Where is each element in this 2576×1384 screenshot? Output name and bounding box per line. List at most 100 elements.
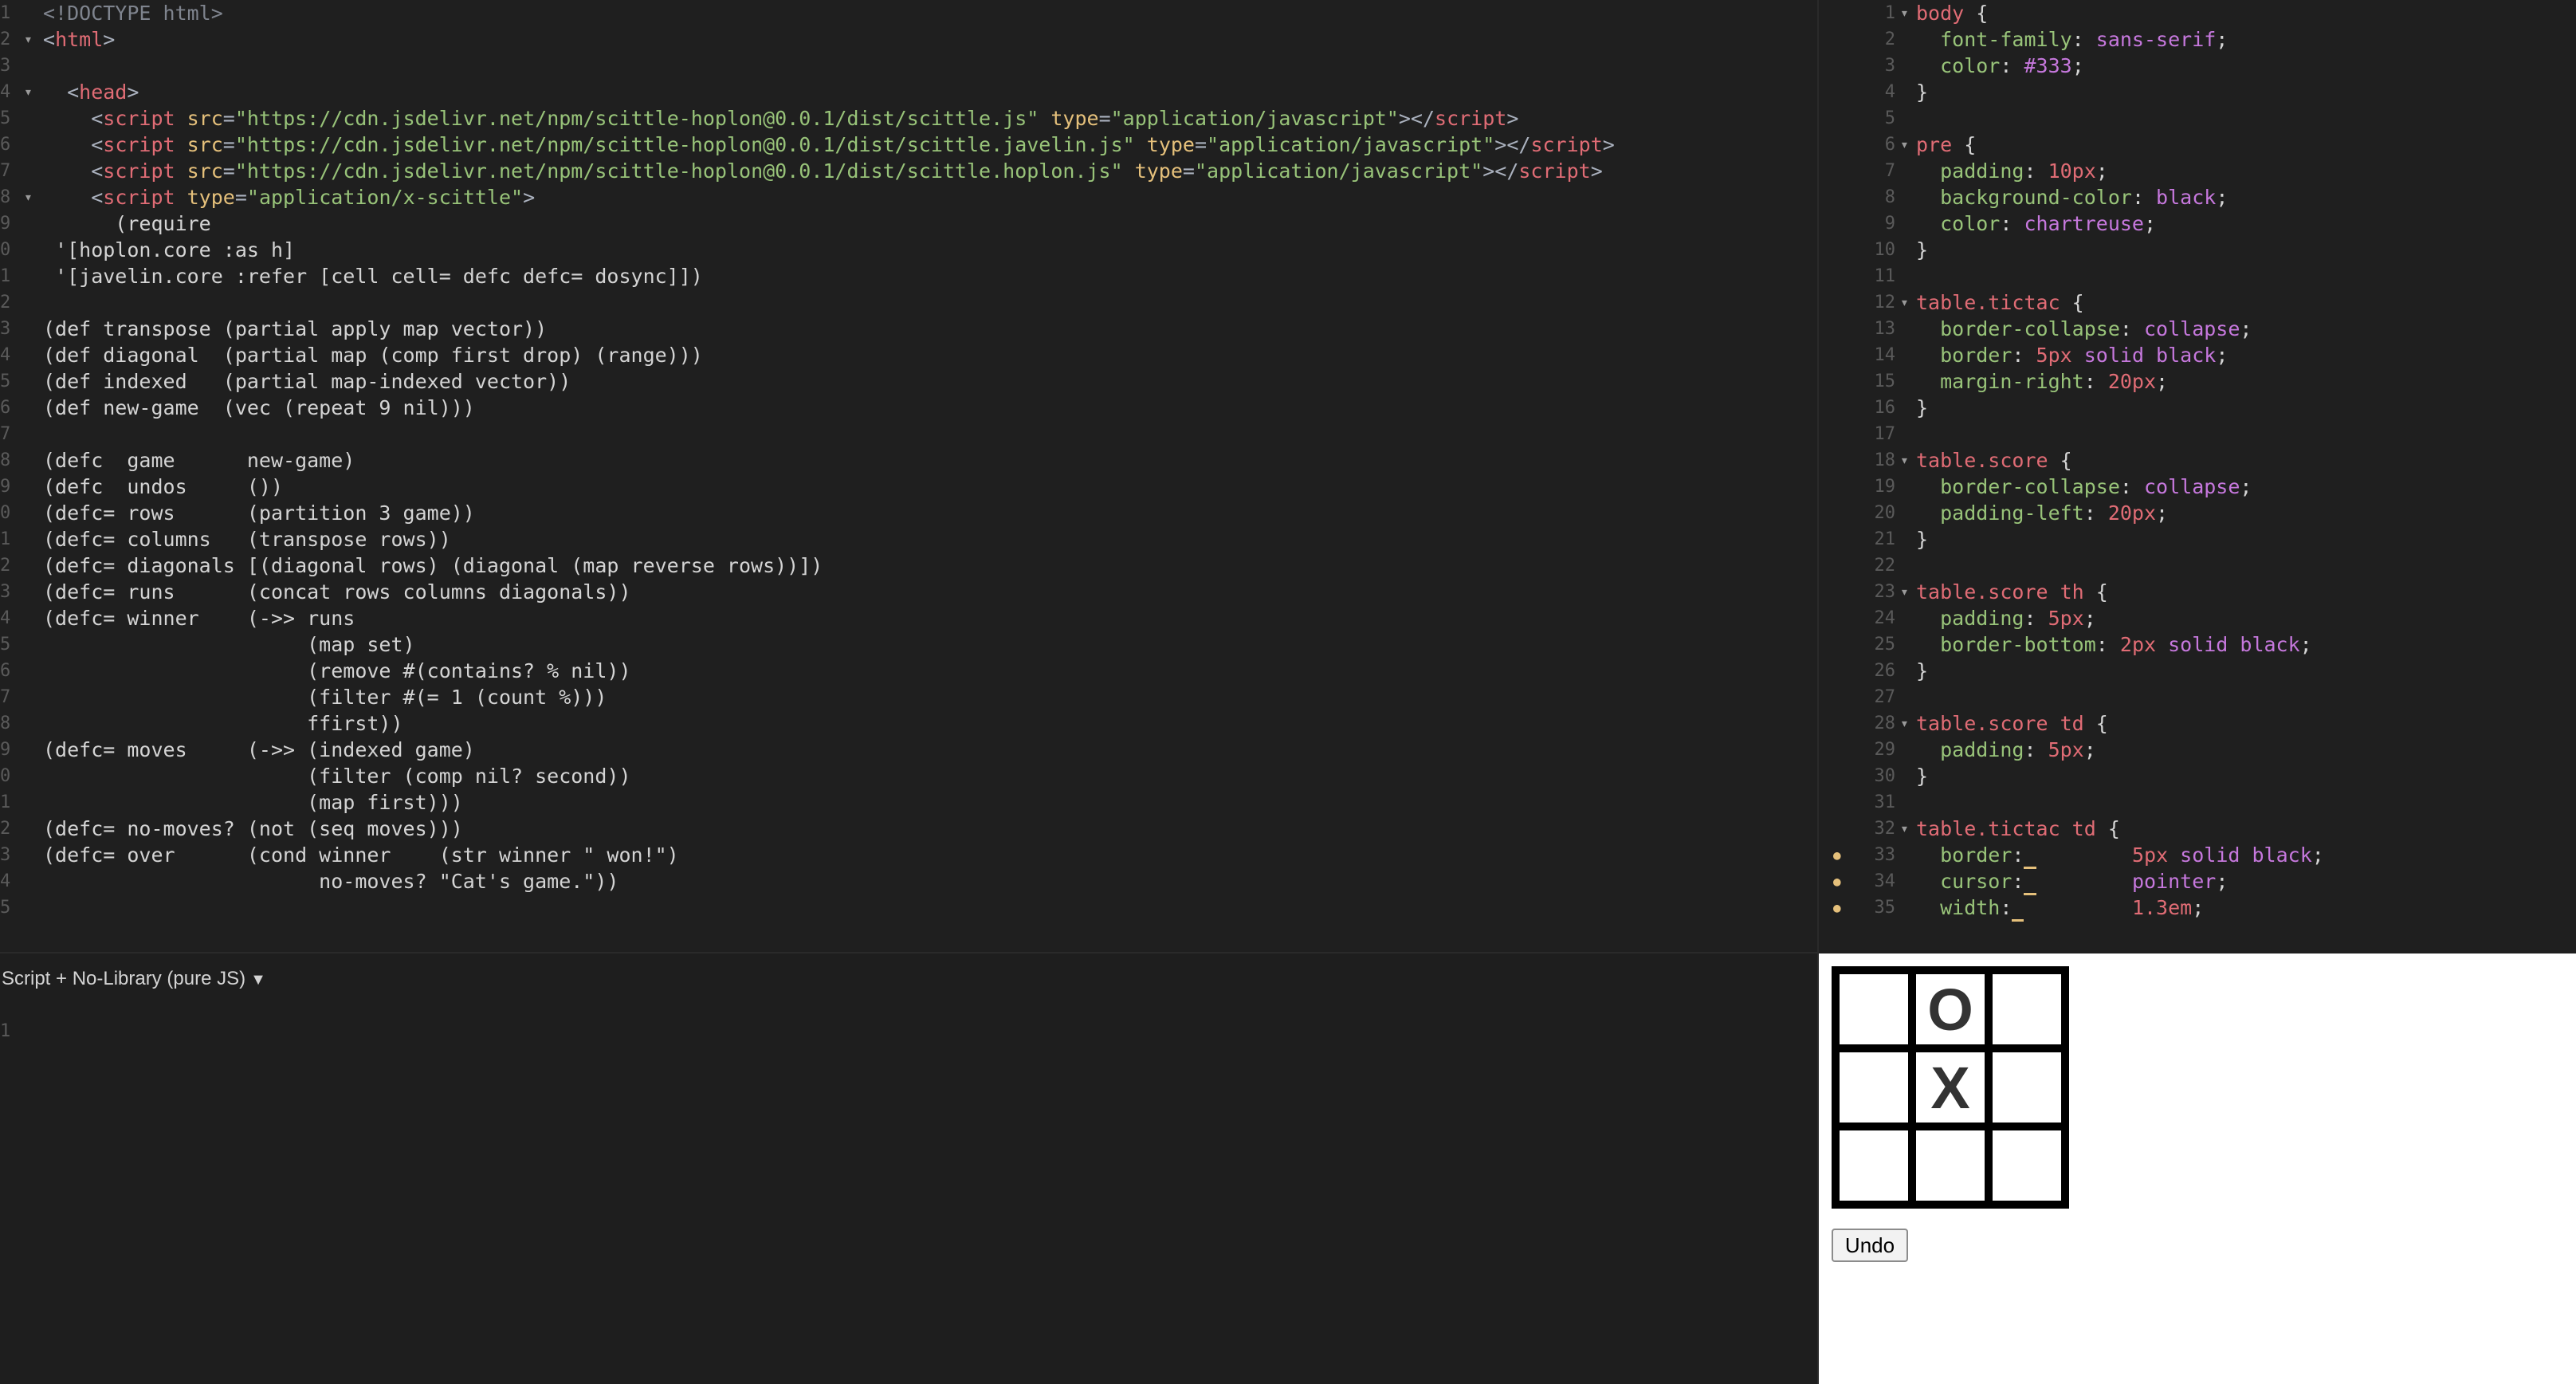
fold-arrow-icon[interactable]: ▾ (24, 26, 33, 53)
board-cell[interactable] (1832, 966, 1916, 1052)
line-number: 26 (1874, 661, 1896, 681)
undo-button[interactable]: Undo (1832, 1229, 1908, 1262)
code-text: (filter (comp nil? second)) (43, 763, 631, 789)
board-cell[interactable] (1985, 1044, 2069, 1130)
code-token: ; (2216, 870, 2228, 893)
code-token: > (523, 186, 536, 209)
css-editor[interactable]: 1 ▾ body {2 font-family: sans-serif; 3 colo… (1819, 0, 2576, 952)
fold-arrow-icon[interactable]: ▾ (1900, 289, 1909, 316)
code-line: 7 (0, 421, 1817, 447)
code-token: ; (2192, 896, 2205, 919)
line-number: 28 (1874, 714, 1896, 733)
code-token (2012, 896, 2024, 922)
code-token: "application/javascript" (1110, 107, 1399, 130)
code-token: solid black (2168, 843, 2312, 867)
code-token: { (1964, 2, 1989, 25)
html-editor[interactable]: 1 <!DOCTYPE html> 2 ▾ <html> 3 4 ▾ <head> 5 <scr… (0, 0, 1817, 952)
code-text: (defc= winner (->> runs (43, 605, 355, 631)
fold-arrow-icon[interactable]: ▾ (1900, 710, 1909, 737)
fold-arrow-icon[interactable]: ▾ (1900, 816, 1909, 842)
fold-arrow-icon[interactable]: ▾ (24, 79, 33, 105)
code-text: <script type="application/x-scittle"> (43, 184, 535, 210)
language-selector[interactable]: Script + No-Library (pure JS) ▼ (2, 968, 266, 990)
code-text: width: 1.3em; (1916, 894, 2205, 922)
code-text: (defc= rows (partition 3 game)) (43, 500, 475, 526)
fold-arrow-icon[interactable]: ▾ (1900, 0, 1909, 26)
code-token: pre (1916, 133, 1953, 156)
modified-dot-icon: ● (1833, 874, 1841, 889)
code-token: : (2024, 738, 2048, 761)
fold-arrow-icon[interactable]: ▾ (24, 184, 33, 210)
code-line: 21} (1819, 526, 2576, 552)
board-cell[interactable] (1985, 966, 2069, 1052)
line-number: 16 (1874, 398, 1896, 418)
code-token: (defc= no-moves? (not (seq moves))) (43, 817, 463, 840)
code-text: '[hoplon.core :as h] (43, 237, 295, 263)
fold-arrow-icon[interactable]: ▾ (1900, 132, 1909, 158)
line-number: 32 (1874, 819, 1896, 839)
code-token: padding (1916, 738, 2024, 761)
line-number: 31 (1874, 792, 1896, 812)
fold-arrow-icon[interactable]: ▾ (1900, 447, 1909, 474)
code-token: solid black (2156, 633, 2300, 656)
code-text: '[javelin.core :refer [cell cell= defc d… (43, 263, 703, 289)
code-line: 12 ▾ table.tictac { (1819, 289, 2576, 316)
code-text: table.tictac { (1916, 289, 2084, 316)
code-text: ffirst)) (43, 710, 402, 737)
code-token: 5px (2048, 607, 2084, 630)
code-token: (def diagonal (partial map (comp first d… (43, 344, 703, 367)
code-token: color (1916, 54, 2001, 77)
board-cell[interactable]: O (1908, 966, 1993, 1052)
code-token: : (2000, 896, 2012, 919)
line-number: 24 (1874, 608, 1896, 628)
code-line: 3 color: #333; (1819, 53, 2576, 79)
line-number: 1 (0, 529, 11, 549)
board-cell[interactable]: X (1908, 1044, 1993, 1130)
code-token: = (234, 186, 247, 209)
code-line: 5 (0, 894, 1817, 921)
code-token: { (2083, 580, 2108, 604)
code-line: 25 border-bottom: 2px solid black; (1819, 631, 2576, 658)
code-token: table.tictac td (1916, 817, 2096, 840)
code-token: { (1952, 133, 1977, 156)
board-row: X (1832, 1044, 2069, 1130)
code-token: type (175, 186, 235, 209)
line-number: 27 (1874, 687, 1896, 707)
code-text: (defc= no-moves? (not (seq moves))) (43, 816, 463, 842)
board-cell[interactable] (1832, 1044, 1916, 1130)
code-token: ; (2095, 159, 2108, 183)
line-number: 3 (0, 56, 11, 76)
code-token: "application/javascript" (1207, 133, 1495, 156)
line-number: 1 (1884, 3, 1895, 23)
board-cell[interactable] (1832, 1123, 1916, 1209)
code-token: script (1518, 159, 1591, 183)
line-number: 5 (0, 372, 11, 391)
fold-arrow-icon[interactable]: ▾ (1900, 579, 1909, 605)
line-number: 8 (0, 714, 11, 733)
code-text: cursor: pointer; (1916, 868, 2228, 895)
code-token: sans-serif (2095, 28, 2217, 51)
board-cell[interactable] (1908, 1123, 1993, 1209)
code-text: (require (43, 210, 210, 237)
code-text: table.score td { (1916, 710, 2108, 737)
code-token: : (2012, 843, 2024, 867)
code-token: ; (2216, 28, 2228, 51)
code-line: 31 (1819, 789, 2576, 816)
code-token: ></ (1482, 159, 1519, 183)
line-number: 0 (0, 766, 11, 786)
code-line: 0 '[hoplon.core :as h] (0, 237, 1817, 263)
line-number: 18 (1874, 450, 1896, 470)
line-number: 7 (1884, 161, 1895, 181)
code-token: "https://cdn.jsdelivr.net/npm/scittle-ho… (234, 159, 1123, 183)
code-token: src (175, 159, 223, 183)
code-token: head (79, 81, 128, 104)
code-token: padding (1916, 607, 2024, 630)
code-token: border-collapse (1916, 317, 2120, 340)
js-editor[interactable]: Script + No-Library (pure JS) ▼ 1 (0, 953, 1817, 1384)
code-token: (filter (comp nil? second)) (43, 765, 631, 788)
board-cell[interactable] (1985, 1123, 2069, 1209)
line-number: 2 (0, 293, 11, 313)
code-token: > (1590, 159, 1603, 183)
code-line: 5 <script src="https://cdn.jsdelivr.net/… (0, 105, 1817, 132)
